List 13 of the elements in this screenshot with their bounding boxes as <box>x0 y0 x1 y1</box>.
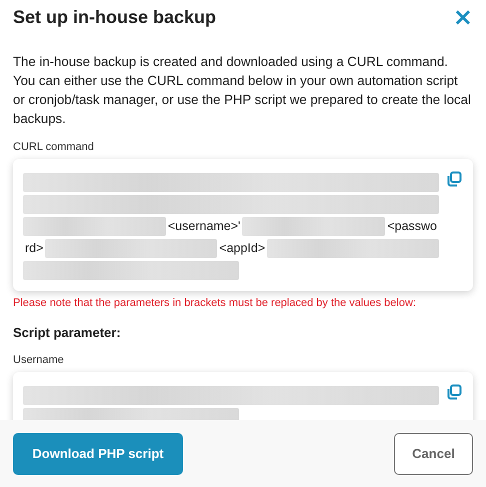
command-parameter: <appId> <box>218 241 266 255</box>
close-button[interactable]: × <box>452 5 473 29</box>
section-heading: Script parameter: <box>13 325 122 340</box>
dialog-title: Set up in-house backup <box>13 6 216 28</box>
intro-text: The in-house backup is created and downloaded using a CURL command. You can either use the CURL command below in your own automation script or cronjob/task manager, or use the PHP script we prepared to create the local backups. <box>13 53 472 128</box>
command-parameter: <username>' <box>166 219 242 233</box>
field-label: CURL command <box>13 141 95 153</box>
download-button[interactable]: Download PHP script <box>13 432 183 474</box>
cancel-button[interactable]: Cancel <box>394 432 473 474</box>
command-parameter: rd> <box>24 241 44 255</box>
field-label: Username <box>13 354 65 366</box>
command-parameter: <passwo <box>386 219 438 233</box>
warning-note: Please note that the parameters in brackets must be replaced by the values below: <box>13 297 417 309</box>
